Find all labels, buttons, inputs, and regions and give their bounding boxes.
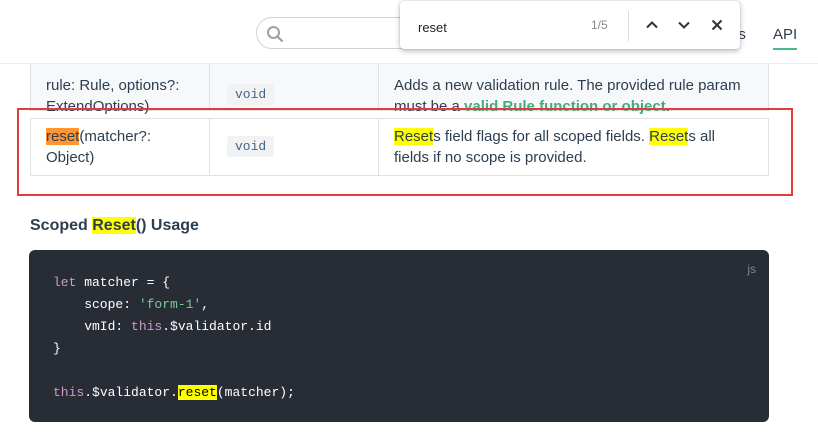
nav-link-api[interactable]: API xyxy=(773,26,798,50)
find-input[interactable] xyxy=(416,16,580,38)
find-match-count: 1/5 xyxy=(591,18,608,32)
find-previous-button[interactable] xyxy=(640,13,664,37)
search-match: Reset xyxy=(92,217,136,234)
close-icon xyxy=(711,19,723,31)
find-close-button[interactable] xyxy=(705,13,729,37)
section-heading: Scoped Reset() Usage xyxy=(30,217,199,234)
highlight-annotation-box xyxy=(17,108,793,196)
find-separator xyxy=(628,11,629,41)
code-content[interactable]: let matcher = { scope: 'form-1', vmId: t… xyxy=(53,272,295,403)
search-match: reset xyxy=(177,384,217,400)
return-type: void xyxy=(227,84,275,105)
chevron-up-icon xyxy=(646,21,658,29)
find-in-page-bar: 1/5 xyxy=(400,1,740,49)
code-block: js let matcher = { scope: 'form-1', vmId… xyxy=(29,250,769,422)
chevron-down-icon xyxy=(678,21,690,29)
search-icon xyxy=(267,26,284,43)
code-language-label: js xyxy=(747,262,756,276)
find-next-button[interactable] xyxy=(672,13,696,37)
